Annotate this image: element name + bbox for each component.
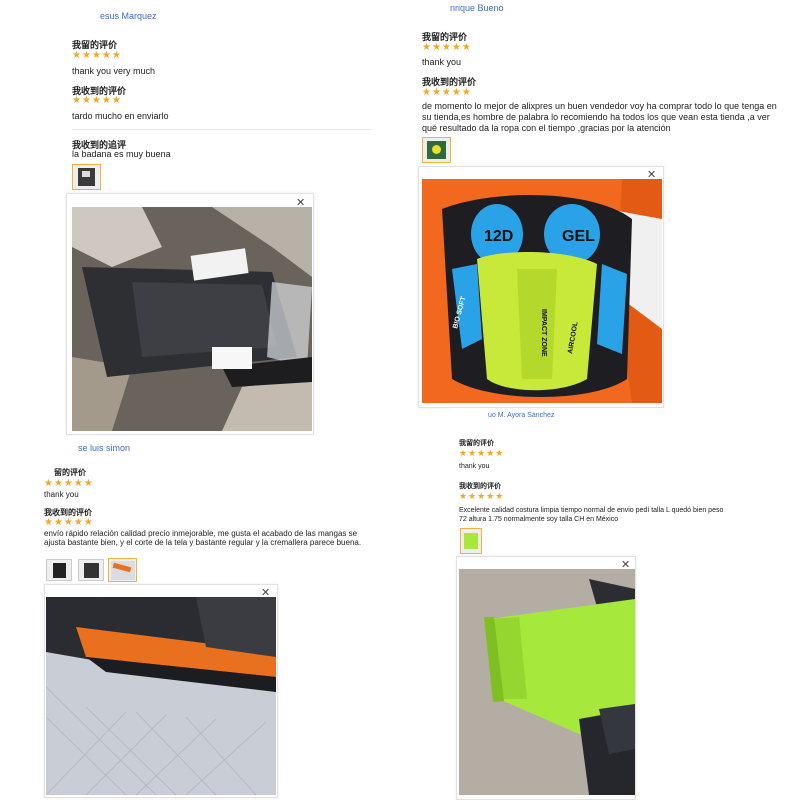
feedback-left-text: thank you	[459, 463, 490, 470]
chamois-pad-image: 12D GEL IMPACT ZONE AIRCOOL BIO SOFT	[422, 179, 662, 403]
green-jersey-image	[459, 569, 635, 795]
review-photo[interactable]	[46, 597, 276, 795]
five-star-rating-icon: ★★★★★	[422, 87, 472, 98]
feedback-received-text: tardo mucho en enviarlo	[72, 111, 169, 121]
reviewer-name[interactable]: esus Marquez	[100, 11, 157, 21]
pad-label-gel: GEL	[562, 228, 595, 245]
feedback-received-text: Excelente calidad costura limpia tiempo …	[459, 507, 724, 523]
feedback-received-text: de momento lo mejor de alixpres un buen …	[422, 101, 777, 133]
feedback-left-label: 我留的评价	[459, 440, 494, 447]
five-star-rating-icon: ★★★★★	[44, 478, 94, 489]
five-star-rating-icon: ★★★★★	[459, 491, 505, 501]
jersey-package-image	[72, 207, 312, 431]
photo-viewer: ✕ 12D GEL IMPACT ZONE AIRCOOL BIO SOFT	[418, 166, 664, 408]
pad-label-impact: IMPACT ZONE	[540, 309, 547, 357]
divider	[72, 129, 372, 130]
feedback-received-text: envío rápido relación calidad precio inm…	[44, 529, 362, 547]
feedback-received-label: 我收到的评价	[459, 483, 501, 490]
photo-thumbnail[interactable]	[108, 558, 137, 582]
reviewer-name[interactable]: uo M. Ayora Sanchez	[488, 412, 554, 419]
photo-viewer: ✕	[44, 584, 278, 798]
review-panel-1: esus Marquez 我留的评价 ★★★★★ thank you very …	[62, 0, 374, 436]
reviewer-name[interactable]: nrique Bueno	[450, 3, 504, 13]
photo-thumbnail[interactable]	[422, 137, 451, 163]
five-star-rating-icon: ★★★★★	[422, 42, 472, 53]
review-photo[interactable]: 12D GEL IMPACT ZONE AIRCOOL BIO SOFT	[422, 179, 662, 403]
five-star-rating-icon: ★★★★★	[44, 517, 94, 528]
review-panel-4: uo M. Ayora Sanchez 我留的评价 ★★★★★ thank yo…	[450, 408, 800, 800]
jersey-sleeve-image	[46, 597, 276, 795]
additional-feedback-text: la badana es muy buena	[72, 149, 171, 159]
review-panel-3: se luis simon 留的评价 ★★★★★ thank you 我收到的评…	[40, 438, 380, 800]
photo-thumbnail[interactable]	[72, 164, 101, 190]
photo-viewer: ✕	[456, 556, 636, 800]
five-star-rating-icon: ★★★★★	[459, 448, 505, 458]
feedback-left-text: thank you	[44, 490, 79, 499]
photo-viewer: ✕	[66, 193, 314, 435]
pad-label-12d: 12D	[484, 228, 513, 245]
feedback-left-text: thank you	[422, 57, 462, 67]
five-star-rating-icon: ★★★★★	[72, 95, 122, 106]
review-photo[interactable]	[459, 569, 635, 795]
photo-thumbnail[interactable]	[46, 559, 72, 581]
photo-thumbnail[interactable]	[460, 528, 482, 554]
feedback-left-text: thank you very much	[72, 66, 156, 76]
five-star-rating-icon: ★★★★★	[72, 50, 122, 61]
review-photo[interactable]	[72, 207, 312, 431]
feedback-left-label: 留的评价	[54, 468, 86, 477]
photo-thumbnail[interactable]	[78, 559, 104, 581]
reviewer-name[interactable]: se luis simon	[78, 443, 130, 453]
review-panel-2: nrique Bueno 我留的评价 ★★★★★ thank you 我收到的评…	[412, 0, 800, 412]
